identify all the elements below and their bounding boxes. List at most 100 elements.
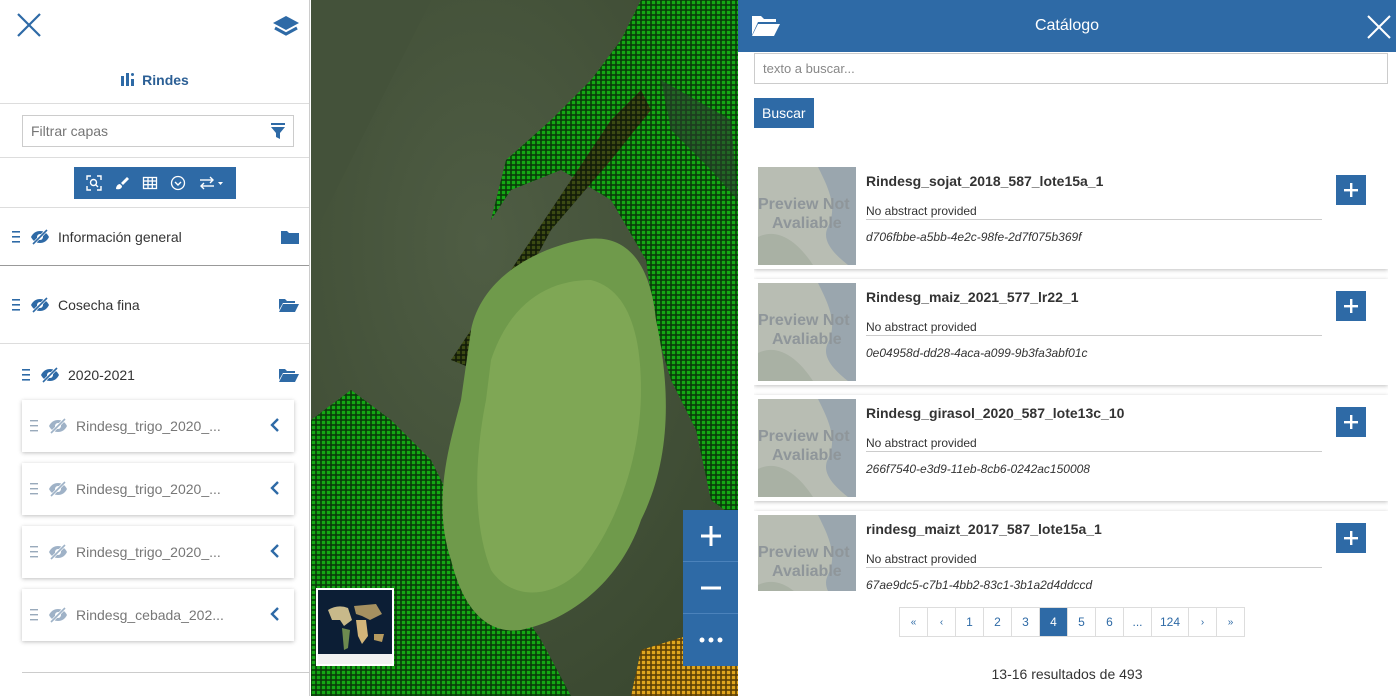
style-layer-button[interactable] <box>108 169 136 197</box>
filter-box <box>22 115 294 147</box>
search-button[interactable]: Buscar <box>754 98 814 128</box>
add-layer-button[interactable] <box>1336 523 1366 553</box>
plus-icon <box>1344 415 1358 429</box>
preview-unavailable-text: Preview Not Avaliable <box>758 196 850 232</box>
record-title: Rindesg_girasol_2020_587_lote13c_10 <box>866 405 1125 421</box>
zoom-controls <box>683 510 738 666</box>
drag-handle-icon[interactable] <box>30 545 38 559</box>
layer-label: Rindesg_cebada_202... <box>76 607 224 623</box>
add-layer-button[interactable] <box>1336 175 1366 205</box>
eye-slash-icon[interactable] <box>30 228 50 245</box>
layer-label: Rindesg_trigo_2020_... <box>76 481 221 497</box>
eye-slash-icon[interactable] <box>48 481 68 497</box>
folder-open-icon <box>752 16 780 36</box>
record-thumbnail: Preview Not Avaliable <box>758 167 856 265</box>
page-button-active[interactable]: 4 <box>1040 608 1068 636</box>
eye-slash-icon[interactable] <box>30 296 50 313</box>
catalog-header: Catálogo <box>738 0 1396 52</box>
layer-item[interactable]: Rindesg_cebada_202... <box>22 589 294 641</box>
catalog-search-input[interactable]: texto a buscar... <box>754 53 1388 84</box>
page-prev-button[interactable]: ‹ <box>928 608 956 636</box>
zoom-to-layer-button[interactable] <box>80 169 108 197</box>
group-label: Información general <box>58 228 182 245</box>
chevron-left-icon[interactable] <box>270 480 280 496</box>
result-count: 13-16 resultados de 493 <box>991 666 1143 682</box>
group-label: 2020-2021 <box>68 367 135 383</box>
folder-closed-icon[interactable] <box>281 230 299 244</box>
close-icon[interactable] <box>1366 14 1392 40</box>
download-layer-button[interactable] <box>164 169 192 197</box>
drag-handle-icon[interactable] <box>30 482 38 496</box>
plus-icon <box>700 525 721 546</box>
record-title: rindesg_maizt_2017_587_lote15a_1 <box>866 521 1102 537</box>
drag-handle-icon[interactable] <box>12 230 20 244</box>
eye-slash-icon[interactable] <box>40 367 60 383</box>
chevron-left-icon[interactable] <box>270 543 280 559</box>
drag-handle-icon[interactable] <box>30 608 38 622</box>
folder-open-icon[interactable] <box>279 368 299 382</box>
group-2020-2021[interactable]: 2020-2021 <box>0 344 309 406</box>
page-button[interactable]: 3 <box>1012 608 1040 636</box>
map-view[interactable] <box>311 0 738 696</box>
chevron-left-icon[interactable] <box>270 606 280 622</box>
zoom-in-button[interactable] <box>683 510 738 562</box>
attribute-table-button[interactable] <box>136 169 164 197</box>
swipe-layer-button[interactable] <box>192 169 230 197</box>
zoom-extent-icon <box>85 174 102 191</box>
drag-handle-icon[interactable] <box>22 368 30 382</box>
eye-slash-icon[interactable] <box>48 418 68 434</box>
brush-icon <box>115 176 129 189</box>
record-abstract: No abstract provided <box>866 320 977 334</box>
more-options-button[interactable] <box>683 614 738 666</box>
page-button[interactable]: 124 <box>1152 608 1190 636</box>
eye-slash-icon[interactable] <box>48 544 68 560</box>
filter-layers-input[interactable] <box>31 123 271 139</box>
preview-unavailable-text: Preview Not Avaliable <box>758 312 850 348</box>
page-next-button[interactable]: › <box>1189 608 1218 636</box>
pagination: « ‹ 1 2 3 4 5 6 ... 124 › » <box>899 607 1246 637</box>
divider <box>866 335 1322 336</box>
page-button[interactable]: 2 <box>984 608 1012 636</box>
page-button[interactable]: 1 <box>956 608 984 636</box>
catalog-results-list[interactable]: Preview Not Avaliable Rindesg_sojat_2018… <box>754 163 1388 591</box>
page-button[interactable]: 6 <box>1096 608 1124 636</box>
page-first-button[interactable]: « <box>900 608 928 636</box>
chevron-left-icon[interactable] <box>270 417 280 433</box>
chart-icon <box>121 73 135 86</box>
add-layer-button[interactable] <box>1336 407 1366 437</box>
layer-item[interactable]: Rindesg_trigo_2020_... <box>22 463 294 515</box>
folder-open-icon[interactable] <box>279 298 299 312</box>
preview-unavailable-text: Preview Not Avaliable <box>758 428 850 464</box>
catalog-record: Preview Not Avaliable rindesg_maizt_2017… <box>754 511 1388 591</box>
drag-handle-icon[interactable] <box>12 298 20 312</box>
add-layer-button[interactable] <box>1336 291 1366 321</box>
eye-slash-icon[interactable] <box>48 607 68 623</box>
layer-item[interactable]: Rindesg_trigo_2020_... <box>22 400 294 452</box>
layer-item[interactable]: Rindesg_trigo_2020_... <box>22 526 294 578</box>
plus-icon <box>1344 183 1358 197</box>
zoom-out-button[interactable] <box>683 562 738 614</box>
search-placeholder: texto a buscar... <box>763 61 855 76</box>
record-uuid: 67ae9dc5-c7b1-4bb2-83c1-3b1a2d4ddccd <box>866 578 1093 591</box>
layer-label: Rindesg_trigo_2020_... <box>76 544 221 560</box>
group-cosecha-fina[interactable]: Cosecha fina <box>0 266 309 344</box>
divider <box>866 451 1322 452</box>
record-uuid: 0e04958d-dd28-4aca-a099-9b3fa3abf01c <box>866 346 1088 360</box>
overview-map[interactable] <box>316 588 394 666</box>
layers-icon[interactable] <box>272 14 300 40</box>
page-button[interactable]: 5 <box>1068 608 1096 636</box>
record-thumbnail: Preview Not Avaliable <box>758 399 856 497</box>
divider <box>22 672 309 673</box>
page-ellipsis: ... <box>1124 608 1152 636</box>
table-icon <box>142 176 157 189</box>
record-abstract: No abstract provided <box>866 436 977 450</box>
layer-panel: Rindes Filtrar capas Información general… <box>0 0 310 696</box>
plus-icon <box>1344 299 1358 313</box>
drag-handle-icon[interactable] <box>30 419 38 433</box>
divider <box>866 219 1322 220</box>
toc-toolbar-section <box>0 158 309 208</box>
group-informacion-general[interactable]: Información general <box>0 208 309 266</box>
page-last-button[interactable]: » <box>1217 608 1246 636</box>
close-icon[interactable] <box>14 10 44 40</box>
filter-icon[interactable] <box>271 123 285 139</box>
